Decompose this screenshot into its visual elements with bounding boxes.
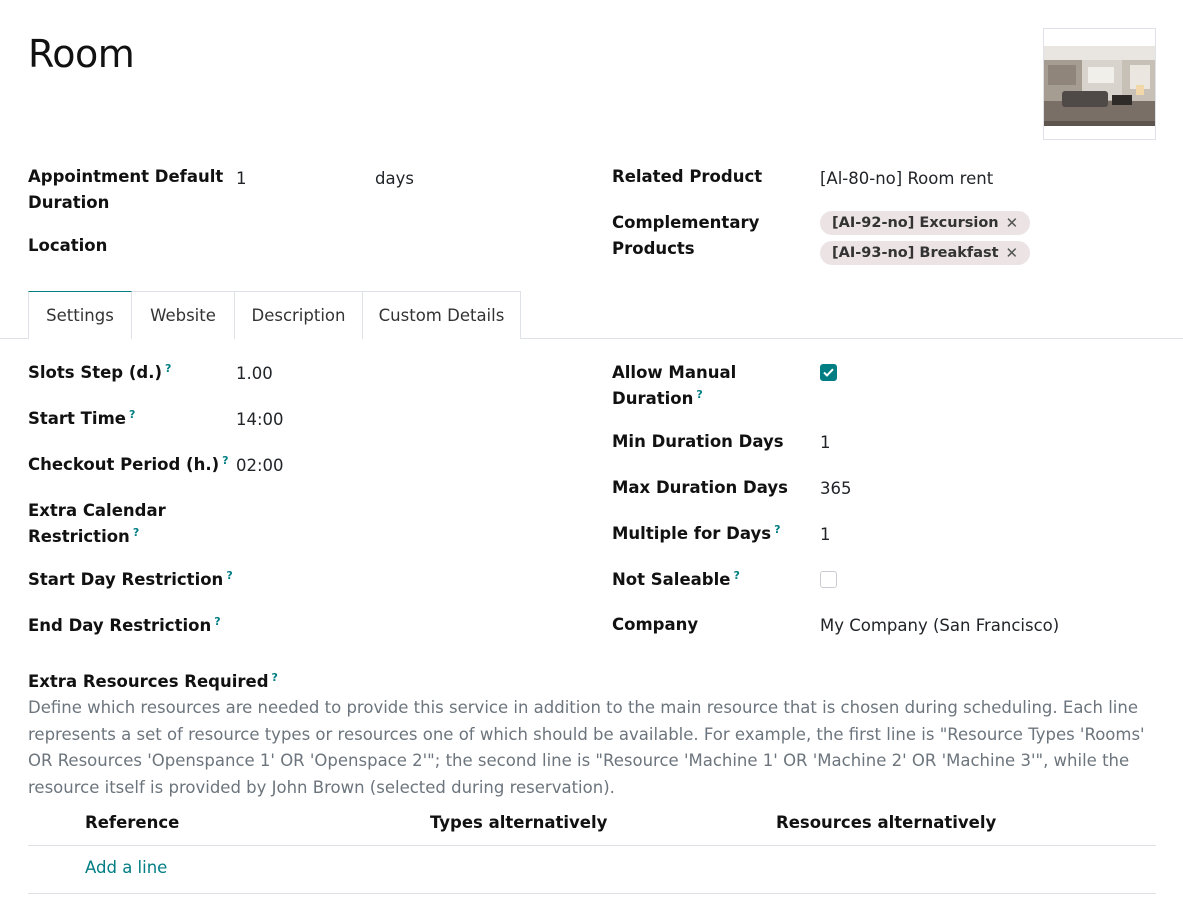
multiple-for-days-label-text: Multiple for Days bbox=[612, 524, 772, 543]
table-header-divider bbox=[28, 845, 1156, 846]
start-day-label-text: Start Day Restriction bbox=[28, 570, 224, 589]
related-product-label: Related Product bbox=[612, 167, 763, 186]
allow-manual-duration-checkbox[interactable] bbox=[820, 364, 837, 381]
complementary-label-line2: Products bbox=[612, 239, 695, 258]
extra-calendar-restriction-label: Extra Calendar Restriction? bbox=[28, 498, 166, 550]
checkout-period-label-text: Checkout Period (h.) bbox=[28, 455, 220, 474]
column-header-types[interactable]: Types alternatively bbox=[430, 811, 607, 835]
not-saleable-label-text: Not Saleable bbox=[612, 570, 731, 589]
complementary-products-label: Complementary Products bbox=[612, 210, 759, 262]
start-time-field[interactable]: 14:00 bbox=[236, 407, 284, 433]
tag-remove-icon[interactable]: ✕ bbox=[1006, 214, 1019, 232]
complementary-tag[interactable]: [AI-93-no] Breakfast ✕ bbox=[820, 241, 1031, 265]
room-photo bbox=[1044, 29, 1155, 139]
help-icon[interactable]: ? bbox=[129, 408, 135, 421]
help-icon[interactable]: ? bbox=[272, 671, 278, 684]
table-bottom-divider bbox=[28, 893, 1156, 894]
column-header-reference[interactable]: Reference bbox=[85, 811, 179, 835]
company-field[interactable]: My Company (San Francisco) bbox=[820, 613, 1059, 639]
complementary-tag[interactable]: [AI-92-no] Excursion ✕ bbox=[820, 211, 1031, 235]
tab-custom-details[interactable]: Custom Details bbox=[362, 291, 521, 339]
slots-step-field[interactable]: 1.00 bbox=[236, 361, 273, 387]
allow-manual-duration-label: Allow Manual Duration? bbox=[612, 360, 736, 412]
slots-step-label: Slots Step (d.)? bbox=[28, 360, 171, 386]
help-icon[interactable]: ? bbox=[214, 615, 220, 628]
extra-calendar-label-line2: Restriction bbox=[28, 527, 130, 546]
extra-resources-label-text: Extra Resources Required bbox=[28, 672, 269, 691]
page-title: Room bbox=[28, 32, 135, 76]
tag-remove-icon[interactable]: ✕ bbox=[1006, 244, 1019, 262]
slots-step-label-text: Slots Step (d.) bbox=[28, 363, 163, 382]
max-duration-days-field[interactable]: 365 bbox=[820, 476, 852, 502]
not-saleable-checkbox[interactable] bbox=[820, 571, 837, 588]
extra-resources-description: Define which resources are needed to pro… bbox=[28, 698, 1145, 797]
help-icon[interactable]: ? bbox=[165, 362, 171, 375]
checkmark-icon bbox=[823, 368, 834, 377]
record-image[interactable] bbox=[1043, 28, 1156, 140]
related-product-field[interactable]: [Al-80-no] Room rent bbox=[820, 166, 993, 192]
start-day-restriction-label: Start Day Restriction? bbox=[28, 567, 233, 593]
company-label: Company bbox=[612, 615, 699, 634]
location-label: Location bbox=[28, 236, 108, 255]
default-duration-label-line1: Appointment Default bbox=[28, 167, 224, 186]
multiple-for-days-field[interactable]: 1 bbox=[820, 522, 831, 548]
help-icon[interactable]: ? bbox=[226, 569, 232, 582]
default-duration-field[interactable]: 1 bbox=[236, 166, 247, 192]
help-icon[interactable]: ? bbox=[696, 388, 702, 401]
help-icon[interactable]: ? bbox=[222, 454, 228, 467]
default-duration-label-line2: Duration bbox=[28, 193, 110, 212]
start-time-label-text: Start Time bbox=[28, 409, 126, 428]
tab-settings[interactable]: Settings bbox=[28, 291, 132, 339]
extra-calendar-label-line1: Extra Calendar bbox=[28, 501, 166, 520]
multiple-for-days-label: Multiple for Days? bbox=[612, 521, 780, 547]
allow-manual-label-line1: Allow Manual bbox=[612, 363, 737, 382]
tag-label: [AI-92-no] Excursion bbox=[832, 215, 999, 231]
complementary-label-line1: Complementary bbox=[612, 213, 760, 232]
help-icon[interactable]: ? bbox=[733, 569, 739, 582]
help-icon[interactable]: ? bbox=[774, 523, 780, 536]
help-icon[interactable]: ? bbox=[133, 526, 139, 539]
allow-manual-label-line2: Duration bbox=[612, 389, 694, 408]
default-duration-unit: days bbox=[375, 169, 414, 188]
min-duration-days-label: Min Duration Days bbox=[612, 432, 784, 451]
extra-resources-label: Extra Resources Required? bbox=[28, 669, 278, 695]
checkout-period-label: Checkout Period (h.)? bbox=[28, 452, 229, 478]
not-saleable-label: Not Saleable? bbox=[612, 567, 740, 593]
add-line-link[interactable]: Add a line bbox=[85, 858, 167, 877]
max-duration-days-label: Max Duration Days bbox=[612, 478, 788, 497]
checkout-period-field[interactable]: 02:00 bbox=[236, 453, 284, 479]
min-duration-days-field[interactable]: 1 bbox=[820, 430, 831, 456]
end-day-label-text: End Day Restriction bbox=[28, 616, 212, 635]
tag-label: [AI-93-no] Breakfast bbox=[832, 245, 999, 261]
end-day-restriction-label: End Day Restriction? bbox=[28, 613, 221, 639]
tab-website[interactable]: Website bbox=[131, 291, 235, 339]
tab-description[interactable]: Description bbox=[234, 291, 363, 339]
start-time-label: Start Time? bbox=[28, 406, 135, 432]
default-duration-label: Appointment Default Duration bbox=[28, 164, 223, 216]
column-header-resources[interactable]: Resources alternatively bbox=[776, 811, 996, 835]
